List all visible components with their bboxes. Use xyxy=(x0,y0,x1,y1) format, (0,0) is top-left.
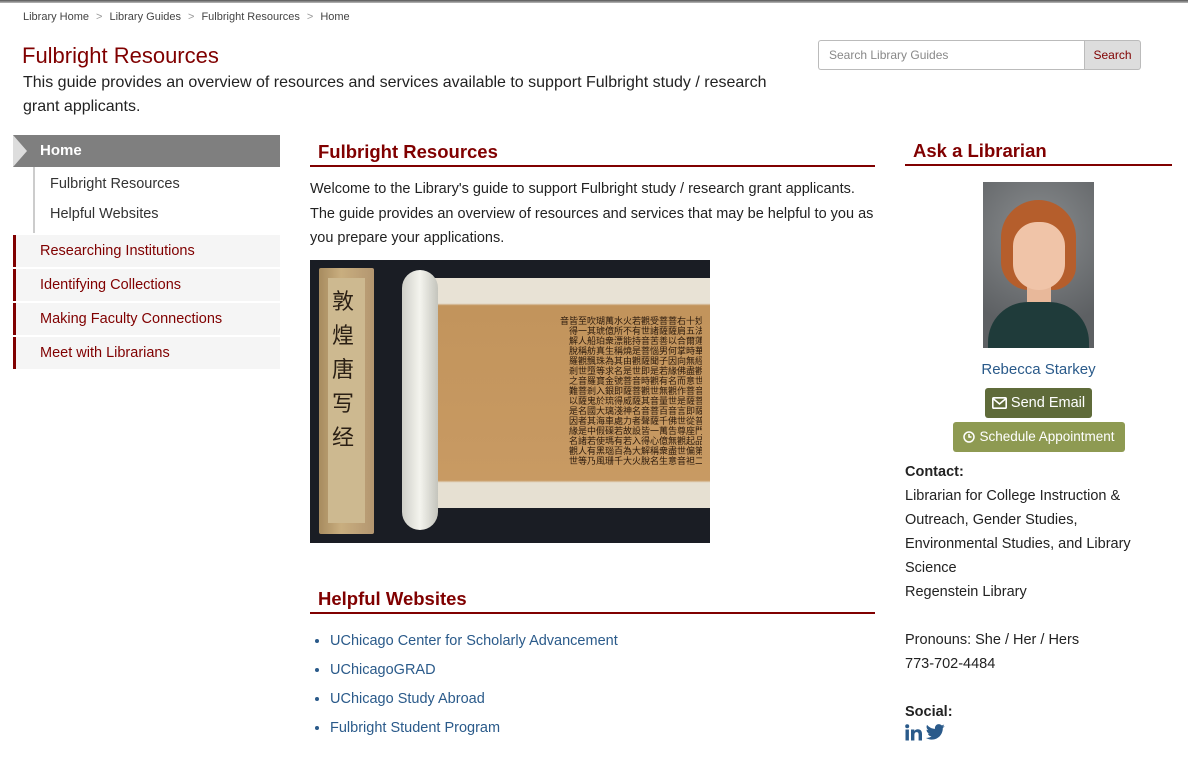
page-title: Fulbright Resources xyxy=(22,43,219,68)
welcome-text: Welcome to the Library's guide to suppor… xyxy=(310,181,874,246)
schedule-appointment-label: Schedule Appointment xyxy=(979,429,1115,444)
ask-a-librarian-heading: Ask a Librarian xyxy=(905,140,1172,166)
send-email-button[interactable]: Send Email xyxy=(985,388,1092,418)
breadcrumb-library-home[interactable]: Library Home xyxy=(23,11,89,23)
scroll-case: 敦煌唐写经 xyxy=(319,268,374,534)
nav-subpages: Fulbright Resources Helpful Websites xyxy=(33,167,280,233)
scroll-roller xyxy=(402,270,438,530)
librarian-pronouns: Pronouns: She / Her / Hers xyxy=(905,632,1080,648)
scroll-case-character: 写 xyxy=(332,392,355,417)
nav-sub-helpful-websites[interactable]: Helpful Websites xyxy=(50,199,280,229)
search-button[interactable]: Search xyxy=(1084,40,1141,70)
send-email-label: Send Email xyxy=(1010,395,1086,411)
active-arrow-icon xyxy=(13,135,27,167)
photo-face xyxy=(1013,222,1065,290)
helpful-websites-list: UChicago Center for Scholarly Advancemen… xyxy=(330,628,618,744)
envelope-icon xyxy=(991,397,1007,410)
nav-item-researching-institutions[interactable]: Researching Institutions xyxy=(13,235,280,267)
section-heading-helpful-websites: Helpful Websites xyxy=(310,588,875,614)
librarian-name-link[interactable]: Rebecca Starkey xyxy=(905,361,1172,378)
search-form: Search xyxy=(818,40,1141,70)
linkedin-icon[interactable] xyxy=(905,724,923,746)
contact-label: Contact: xyxy=(905,464,964,480)
search-input[interactable] xyxy=(818,40,1084,70)
nav-item-identifying-collections[interactable]: Identifying Collections xyxy=(13,269,280,301)
librarian-phone: 773-702-4484 xyxy=(905,656,996,672)
nav-sub-fulbright-resources[interactable]: Fulbright Resources xyxy=(50,169,280,199)
scroll-case-characters: 敦煌唐写经 xyxy=(332,286,354,456)
librarian-location: Regenstein Library xyxy=(905,584,1027,600)
nav-item-making-faculty-connections[interactable]: Making Faculty Connections xyxy=(13,303,280,335)
scroll-paper: 妙法蓮華經觀世音菩薩普門品第二十五爾時無盡意菩薩即從座起偏袒右肩合掌向佛而作是言… xyxy=(430,278,710,508)
list-item: UChicagoGRAD xyxy=(330,657,618,686)
link-study-abroad[interactable]: UChicago Study Abroad xyxy=(330,691,485,707)
scroll-case-character: 唐 xyxy=(332,358,355,383)
list-item: UChicago Center for Scholarly Advancemen… xyxy=(330,628,618,657)
social-links xyxy=(905,724,945,746)
breadcrumb-fulbright-resources[interactable]: Fulbright Resources xyxy=(201,11,299,23)
breadcrumb: Library Home > Library Guides > Fulbright Re… xyxy=(23,11,350,23)
photo-body xyxy=(988,302,1089,348)
clock-icon xyxy=(963,431,976,444)
nav-item-meet-with-librarians[interactable]: Meet with Librarians xyxy=(13,337,280,369)
schedule-appointment-button[interactable]: Schedule Appointment xyxy=(953,422,1125,452)
breadcrumb-current: Home xyxy=(320,11,350,23)
list-item: Fulbright Student Program xyxy=(330,715,618,744)
breadcrumb-separator: > xyxy=(306,11,314,23)
section-heading-fulbright-resources: Fulbright Resources xyxy=(310,141,875,167)
librarian-title: Librarian for College Instruction & Outr… xyxy=(905,488,1131,576)
contact-block: Contact: Librarian for College Instructi… xyxy=(905,460,1165,676)
nav-item-home[interactable]: Home xyxy=(13,135,280,167)
guide-description: This guide provides an overview of resou… xyxy=(23,74,767,115)
breadcrumb-separator: > xyxy=(188,11,195,23)
scroll-case-character: 煌 xyxy=(332,324,355,349)
list-item: UChicago Study Abroad xyxy=(330,686,618,715)
twitter-icon[interactable] xyxy=(925,724,945,746)
nav-item-label: Home xyxy=(40,142,82,159)
link-fulbright-student-program[interactable]: Fulbright Student Program xyxy=(330,720,500,736)
top-bar xyxy=(0,0,1188,3)
librarian-photo xyxy=(983,182,1094,348)
manuscript-scroll-image: 敦煌唐写经 妙法蓮華經觀世音菩薩普門品第二十五爾時無盡意菩薩即從座起偏袒右肩合掌… xyxy=(310,260,710,543)
social-label: Social: xyxy=(905,704,953,720)
breadcrumb-library-guides[interactable]: Library Guides xyxy=(109,11,181,23)
link-center-scholarly-advancement[interactable]: UChicago Center for Scholarly Advancemen… xyxy=(330,633,618,649)
scroll-text: 妙法蓮華經觀世音菩薩普門品第二十五爾時無盡意菩薩即從座起偏袒右肩合掌向佛而作是言… xyxy=(558,316,702,466)
guide-nav: Home Fulbright Resources Helpful Website… xyxy=(13,135,280,369)
breadcrumb-separator: > xyxy=(96,11,103,23)
scroll-case-character: 敦 xyxy=(332,290,355,315)
scroll-case-character: 经 xyxy=(332,426,355,451)
link-uchicagograd[interactable]: UChicagoGRAD xyxy=(330,662,436,678)
